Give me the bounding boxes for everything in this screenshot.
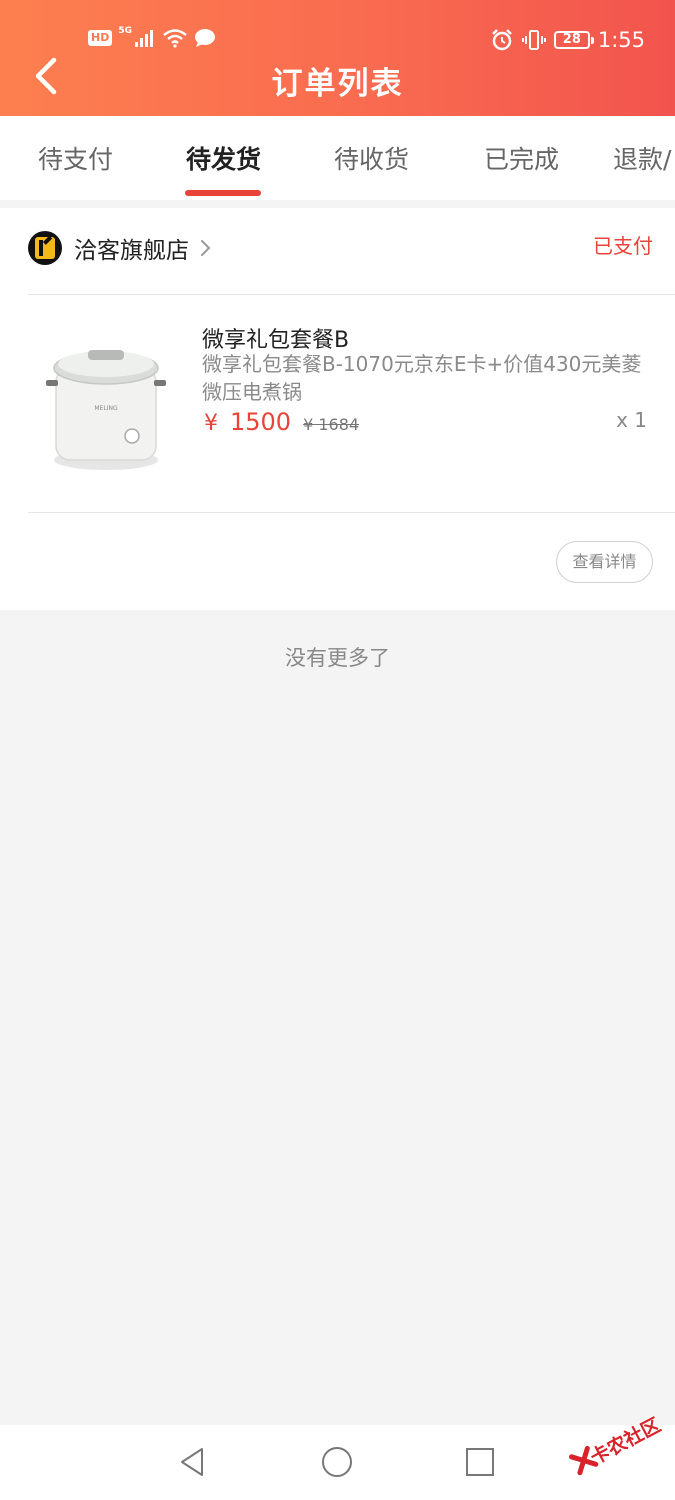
- network-type-label: 5G: [118, 26, 132, 36]
- product-quantity: x 1: [616, 408, 647, 432]
- product-image[interactable]: MELING: [36, 328, 176, 478]
- recents-square-icon[interactable]: [463, 1445, 497, 1479]
- store-link[interactable]: 洽客旗舰店: [28, 228, 213, 268]
- order-status-tabs: 待支付 待发货 待收货 已完成 退款/: [0, 116, 675, 200]
- wifi-icon: [163, 29, 187, 48]
- status-bar: HD 5G 28 1:55: [0, 26, 675, 58]
- product-description: 微享礼包套餐B-1070元京东E卡+价值430元美菱微压电煮锅: [202, 352, 642, 404]
- battery-icon: 28: [553, 31, 594, 49]
- hd-badge: HD: [88, 30, 113, 46]
- tab-pending-receipt[interactable]: 待收货: [334, 140, 409, 176]
- product-price: 1500: [230, 408, 292, 436]
- battery-level: 28: [562, 32, 581, 47]
- chevron-right-icon: [201, 240, 211, 256]
- tab-pending-payment[interactable]: 待支付: [38, 140, 113, 176]
- svg-text:MELING: MELING: [94, 405, 118, 412]
- store-logo: [28, 231, 62, 265]
- original-price: ¥ 1684: [303, 415, 360, 434]
- tab-completed[interactable]: 已完成: [484, 140, 559, 176]
- page-title: 订单列表: [271, 66, 404, 102]
- signal-icon: [135, 30, 153, 47]
- status-time: 1:55: [597, 28, 645, 52]
- tab-pending-shipment[interactable]: 待发货: [186, 140, 261, 176]
- order-card[interactable]: 洽客旗舰店 已支付 MELING 微享礼包套餐B 微享礼包套餐B-1070元京东…: [0, 208, 675, 610]
- back-triangle-icon[interactable]: [176, 1445, 210, 1479]
- tab-refund[interactable]: 退款/: [613, 140, 671, 176]
- view-details-button[interactable]: 查看详情: [556, 541, 653, 583]
- message-icon: [195, 29, 215, 47]
- divider: [28, 294, 675, 295]
- vibrate-icon: [521, 30, 546, 50]
- active-tab-indicator: [185, 190, 261, 196]
- home-circle-icon[interactable]: [320, 1445, 354, 1479]
- end-of-list-text: 没有更多了: [285, 646, 390, 670]
- app-header: HD 5G 28 1:55 订单列表: [0, 0, 675, 116]
- order-status-badge: 已支付: [593, 234, 653, 258]
- alarm-icon: [491, 29, 512, 51]
- currency-symbol: ¥: [204, 411, 218, 436]
- watermark-text: 卡农社区: [586, 1414, 665, 1470]
- store-name: 洽客旗舰店: [74, 238, 189, 264]
- divider: [28, 512, 675, 513]
- price-row: ¥ 1500 ¥ 1684: [204, 408, 359, 436]
